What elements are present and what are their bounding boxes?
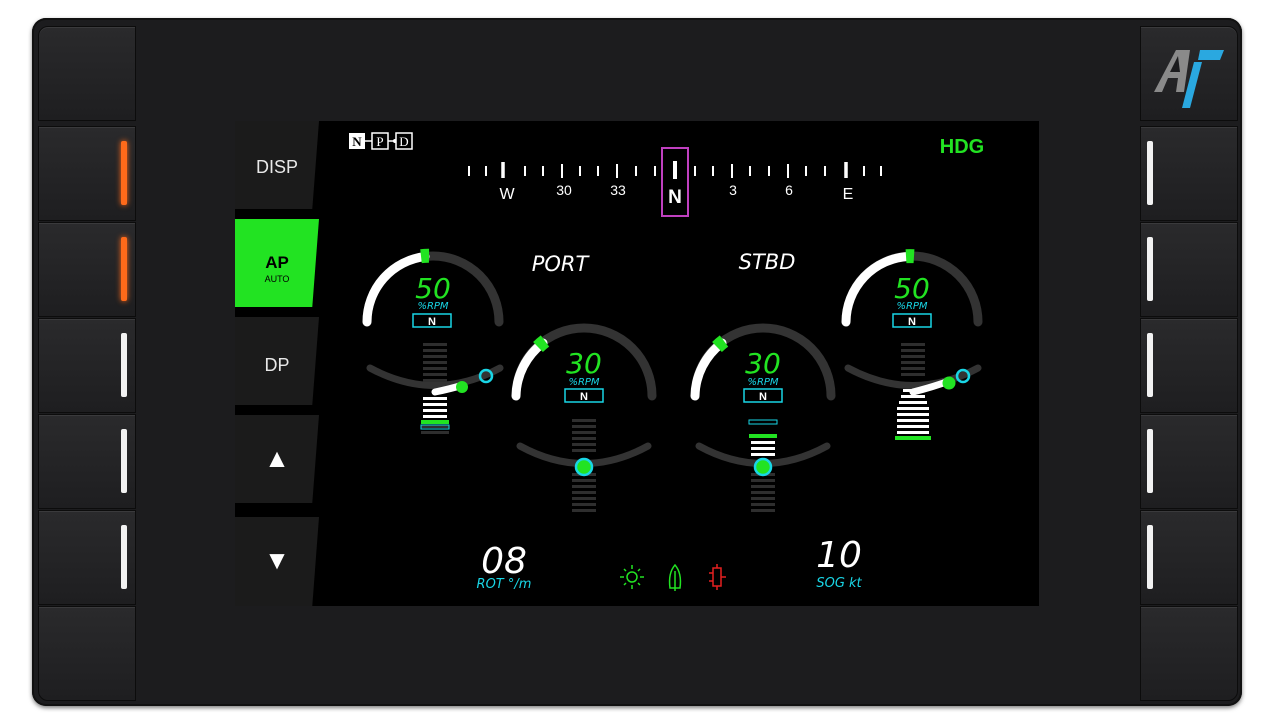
- stbd-inner-gear: N: [759, 391, 767, 403]
- right-hw-button-2[interactable]: [1140, 222, 1238, 317]
- port-outer-thrust-indicator: [366, 343, 504, 434]
- led-white: [1147, 333, 1153, 397]
- rot-unit: ROT °/m: [477, 577, 532, 592]
- left-hw-button-4[interactable]: [38, 414, 136, 509]
- led-white: [1147, 429, 1153, 493]
- port-inner-rpm-value: 30: [566, 347, 602, 380]
- port-inner-rpm-gauge: 30 %RPM N: [511, 323, 657, 403]
- port-outer-gear: N: [428, 316, 436, 328]
- npd-p-letter: P: [376, 134, 383, 149]
- led-white: [121, 429, 127, 493]
- sun-icon: [620, 565, 644, 589]
- compass-label-33: 33: [610, 182, 626, 198]
- right-hw-button-3[interactable]: [1140, 318, 1238, 413]
- port-label: PORT: [532, 252, 591, 276]
- led-white: [1147, 141, 1153, 205]
- left-hw-button-1[interactable]: [38, 126, 136, 221]
- port-inner-thrust-indicator: [516, 419, 652, 512]
- port-outer-rpm-gauge: 50 %RPM N: [362, 248, 504, 328]
- port-outer-rpm-unit: %RPM: [417, 301, 448, 312]
- right-hw-button-5[interactable]: [1140, 510, 1238, 605]
- vessel-icon: [668, 563, 682, 591]
- stbd-inner-rpm-value: 30: [745, 347, 781, 380]
- compass-heading-n: N: [668, 187, 682, 208]
- display-screen: DISP AP AUTO DP ▲ ▼ N P D HDG W 30 33 N …: [235, 121, 1039, 606]
- compass-label-w: W: [499, 186, 515, 203]
- stbd-inner-rpm-unit: %RPM: [747, 377, 778, 388]
- port-inner-gear: N: [580, 391, 588, 403]
- stbd-outer-gear: N: [908, 316, 916, 328]
- screen-graphics: N P D HDG W 30 33 N 3 6 E PORT STBD 50 %…: [349, 132, 984, 592]
- npd-indicator: N P D: [349, 132, 413, 150]
- right-hw-button-1[interactable]: [1140, 126, 1238, 221]
- port-inner-rpm-unit: %RPM: [568, 377, 599, 388]
- led-orange: [121, 141, 127, 205]
- stbd-inner-thrust-indicator: [695, 419, 831, 512]
- left-hw-button-blank-bottom: [38, 606, 136, 701]
- right-hw-button-4[interactable]: [1140, 414, 1238, 509]
- led-white: [121, 333, 127, 397]
- stbd-outer-thrust-indicator: [844, 343, 982, 440]
- led-orange: [121, 237, 127, 301]
- sog-value: 10: [816, 535, 862, 576]
- led-white: [121, 525, 127, 589]
- led-white: [1147, 525, 1153, 589]
- compass-label-3: 3: [729, 182, 737, 198]
- left-hw-button-blank-top: [38, 26, 136, 121]
- brand-logo: [1154, 50, 1224, 108]
- rot-value: 08: [481, 541, 527, 582]
- left-hw-button-3[interactable]: [38, 318, 136, 413]
- stbd-outer-rpm-unit: %RPM: [896, 301, 927, 312]
- alert-icon: [709, 564, 726, 590]
- compass-label-6: 6: [785, 182, 793, 198]
- left-hw-button-5[interactable]: [38, 510, 136, 605]
- stbd-inner-rpm-gauge: 30 %RPM N: [690, 323, 836, 403]
- led-white: [1147, 237, 1153, 301]
- hdg-mode-label: HDG: [940, 136, 984, 158]
- sog-unit: SOG kt: [816, 576, 862, 591]
- left-hw-button-2[interactable]: [38, 222, 136, 317]
- stbd-outer-rpm-gauge: 50 %RPM N: [841, 249, 983, 328]
- stbd-label: STBD: [739, 250, 796, 274]
- compass-label-e: E: [843, 186, 854, 203]
- npd-d-letter: D: [399, 134, 408, 149]
- compass-label-30: 30: [556, 182, 572, 198]
- npd-n-letter: N: [352, 134, 362, 149]
- right-hw-button-blank-bottom: [1140, 606, 1238, 701]
